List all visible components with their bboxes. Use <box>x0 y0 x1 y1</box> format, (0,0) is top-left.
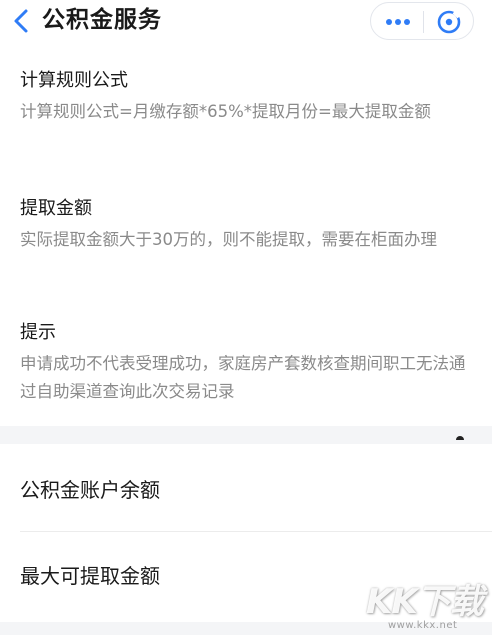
section-title: 提取金额 <box>20 198 92 219</box>
back-button[interactable] <box>6 4 36 38</box>
page-title: 公积金服务 <box>42 7 162 33</box>
section-separator <box>0 426 492 444</box>
nav-bar: 公积金服务 <box>0 0 492 44</box>
section-text: 申请成功不代表受理成功，家庭房产套数核查期间职工无法通过自助渠道查询此次交易记录 <box>20 354 466 401</box>
list-item-label: 公积金账户余额 <box>20 478 160 502</box>
close-target-icon <box>437 10 461 34</box>
list-item-label: 最大可提取金额 <box>20 564 160 588</box>
rule-formula-section: 计算规则公式 计算规则公式=月缴存额*65%*提取月份=最大提取金额 <box>20 68 480 126</box>
section-text: 实际提取金额大于30万的，则不能提取，需要在柜面办理 <box>20 230 437 249</box>
scroll-indicator <box>456 436 464 440</box>
capsule-divider <box>423 11 424 33</box>
close-button[interactable] <box>431 7 467 37</box>
tip-section: 提示 申请成功不代表受理成功，家庭房产套数核查期间职工无法通过自助渠道查询此次交… <box>20 320 480 406</box>
section-text: 计算规则公式=月缴存额*65%*提取月份=最大提取金额 <box>20 102 431 121</box>
section-title: 计算规则公式 <box>20 70 128 91</box>
withdraw-amount-section: 提取金额 实际提取金额大于30万的，则不能提取，需要在柜面办理 <box>20 196 480 254</box>
list-item-account-balance[interactable]: 公积金账户余额 <box>0 446 492 532</box>
mini-program-capsule <box>370 2 474 40</box>
chevron-left-icon <box>14 9 28 33</box>
section-title: 提示 <box>20 322 56 343</box>
more-button[interactable] <box>379 7 417 37</box>
more-dots-icon <box>386 19 410 25</box>
watermark: KK下载 www.kkx.net <box>360 574 490 634</box>
watermark-url: www.kkx.net <box>388 620 458 631</box>
watermark-logo: KK下载 <box>366 582 484 622</box>
